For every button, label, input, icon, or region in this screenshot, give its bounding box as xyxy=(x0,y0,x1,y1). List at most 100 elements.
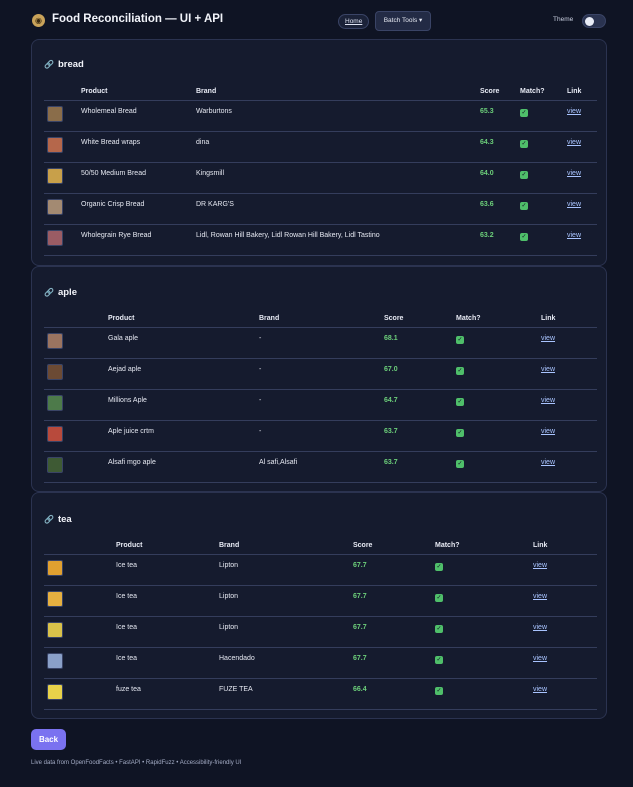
score-value: 64.7 xyxy=(384,389,456,421)
match-header: Match? xyxy=(435,537,533,555)
table-row: 50/50 Medium Bread Kingsmill 64.0 ✓ view xyxy=(44,162,597,194)
match-check-icon: ✓ xyxy=(435,686,443,695)
view-link[interactable]: view xyxy=(567,170,581,177)
product-name: Alsafi mgo aple xyxy=(108,451,259,483)
view-link[interactable]: view xyxy=(533,686,547,693)
score-header: Score xyxy=(480,83,520,101)
link-header: Link xyxy=(541,310,597,328)
brand-name: Warburtons xyxy=(196,100,480,132)
section-title-text: bread xyxy=(57,59,84,70)
view-link[interactable]: view xyxy=(541,335,555,342)
back-button[interactable]: Back xyxy=(31,729,66,750)
view-link[interactable]: view xyxy=(533,624,547,631)
view-link[interactable]: view xyxy=(541,428,555,435)
product-thumbnail xyxy=(47,198,63,215)
brand-header: Brand xyxy=(219,537,353,555)
brand-header: Brand xyxy=(196,83,480,101)
score-value: 67.7 xyxy=(353,616,435,648)
match-check-icon: ✓ xyxy=(456,459,464,468)
view-link[interactable]: view xyxy=(541,459,555,466)
app-title: Food Reconciliation — UI + API xyxy=(52,13,224,25)
view-link[interactable]: view xyxy=(533,593,547,600)
brand-name: DR KARG'S xyxy=(196,193,480,225)
brand-name: - xyxy=(259,327,384,359)
score-value: 63.6 xyxy=(480,193,520,225)
product-thumbnail xyxy=(47,394,63,411)
product-name: Wholegrain Rye Bread xyxy=(81,224,196,256)
view-link[interactable]: view xyxy=(567,139,581,146)
brand-name: Kingsmill xyxy=(196,162,480,194)
product-thumbnail xyxy=(47,425,63,442)
match-check-icon: ✓ xyxy=(435,562,443,571)
score-value: 63.2 xyxy=(480,224,520,256)
view-link[interactable]: view xyxy=(533,655,547,662)
product-thumbnail xyxy=(47,456,63,473)
score-value: 67.7 xyxy=(353,647,435,679)
product-thumbnail xyxy=(47,590,63,607)
table-row: Organic Crisp Bread DR KARG'S 63.6 ✓ vie… xyxy=(44,193,597,225)
results-card-tea: 🔗 tea Product Brand Score Match? Link Ic… xyxy=(31,492,607,719)
view-link[interactable]: view xyxy=(567,108,581,115)
results-card-aple: 🔗 aple Product Brand Score Match? Link G… xyxy=(31,266,607,492)
score-header: Score xyxy=(384,310,456,328)
table-row: Wholegrain Rye Bread Lidl, Rowan Hill Ba… xyxy=(44,224,597,256)
score-value: 68.1 xyxy=(384,327,456,359)
home-link[interactable]: Home xyxy=(338,14,370,29)
product-name: 50/50 Medium Bread xyxy=(81,162,196,194)
product-name: Gala aple xyxy=(108,327,259,359)
product-name: Organic Crisp Bread xyxy=(81,193,196,225)
section-title: 🔗 aple xyxy=(44,287,77,298)
product-name: Ice tea xyxy=(116,647,219,679)
match-check-icon: ✓ xyxy=(520,108,528,117)
theme-toggle[interactable] xyxy=(582,14,606,28)
thumb-header xyxy=(44,310,108,328)
table-row: Ice tea Lipton 67.7 ✓ view xyxy=(44,554,597,586)
brand-name: dina xyxy=(196,131,480,163)
link-icon: 🔗 xyxy=(44,515,54,524)
match-header: Match? xyxy=(520,83,567,101)
brand-name: - xyxy=(259,358,384,390)
score-value: 64.0 xyxy=(480,162,520,194)
brand-name: Lipton xyxy=(219,554,353,586)
link-header: Link xyxy=(533,537,597,555)
table-row: Aejad aple - 67.0 ✓ view xyxy=(44,358,597,390)
results-table: Product Brand Score Match? Link Ice tea … xyxy=(44,537,597,710)
batch-tools-dropdown[interactable]: Batch Tools ▾ xyxy=(375,11,431,31)
view-link[interactable]: view xyxy=(567,232,581,239)
theme-label: Theme xyxy=(553,16,574,23)
match-check-icon: ✓ xyxy=(435,624,443,633)
product-name: Aejad aple xyxy=(108,358,259,390)
table-row: Gala aple - 68.1 ✓ view xyxy=(44,327,597,359)
table-row: Ice tea Lipton 67.7 ✓ view xyxy=(44,585,597,617)
section-title: 🔗 tea xyxy=(44,514,72,525)
table-row: fuze tea FUZE TEA 66.4 ✓ view xyxy=(44,678,597,710)
table-row: White Bread wraps dina 64.3 ✓ view xyxy=(44,131,597,163)
product-name: Ice tea xyxy=(116,554,219,586)
match-check-icon: ✓ xyxy=(456,397,464,406)
product-thumbnail xyxy=(47,683,63,700)
view-link[interactable]: view xyxy=(533,562,547,569)
table-row: Ice tea Hacendado 67.7 ✓ view xyxy=(44,647,597,679)
product-thumbnail xyxy=(47,621,63,638)
table-header-row: Product Brand Score Match? Link xyxy=(44,537,597,555)
score-value: 64.3 xyxy=(480,131,520,163)
results-table: Product Brand Score Match? Link Gala apl… xyxy=(44,310,597,483)
product-thumbnail xyxy=(47,105,63,122)
table-row: Ice tea Lipton 67.7 ✓ view xyxy=(44,616,597,648)
view-link[interactable]: view xyxy=(541,397,555,404)
product-name: Ice tea xyxy=(116,616,219,648)
thumb-header xyxy=(44,537,116,555)
link-icon: 🔗 xyxy=(44,288,54,297)
view-link[interactable]: view xyxy=(541,366,555,373)
product-thumbnail xyxy=(47,652,63,669)
bread-bowl-icon: ◉ xyxy=(32,14,45,27)
brand-header: Brand xyxy=(259,310,384,328)
table-row: Alsafi mgo aple Al safi,Alsafi 63.7 ✓ vi… xyxy=(44,451,597,483)
product-thumbnail xyxy=(47,136,63,153)
match-check-icon: ✓ xyxy=(435,655,443,664)
score-value: 67.7 xyxy=(353,585,435,617)
view-link[interactable]: view xyxy=(567,201,581,208)
product-thumbnail xyxy=(47,167,63,184)
product-thumbnail xyxy=(47,559,63,576)
table-header-row: Product Brand Score Match? Link xyxy=(44,83,597,101)
